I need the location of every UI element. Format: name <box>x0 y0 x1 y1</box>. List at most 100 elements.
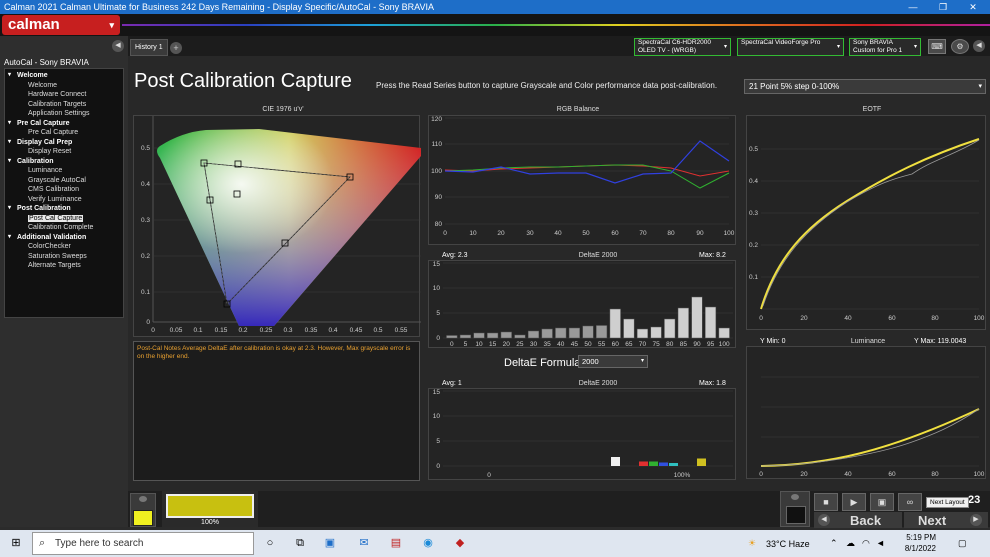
gray-deltae-bar <box>691 296 703 339</box>
nav-group-additional-validation[interactable]: Additional Validation <box>5 233 123 243</box>
taskbar-search-input[interactable]: ⌕ Type here to search <box>32 532 254 555</box>
weather-text[interactable]: 33°C Haze <box>766 539 810 549</box>
svg-text:80: 80 <box>931 471 939 478</box>
generator-device-select[interactable]: SpectraCal VideoForge Pro ▾ <box>737 38 844 56</box>
gray-deltae-bar <box>636 328 649 339</box>
meter-device-select[interactable]: SpectraCal C6-HDR2000 OLED TV - (WRGB) ▾ <box>634 38 731 56</box>
link-icon[interactable]: ∞ <box>898 493 922 511</box>
teams-icon[interactable]: ▣ <box>322 536 338 551</box>
meter-device-name: SpectraCal C6-HDR2000 <box>638 39 711 46</box>
rgb-balance-chart[interactable]: 120 110 100 90 80 0 10 20 30 40 50 60 70 80 90 … <box>428 115 736 245</box>
nav-item-colorchecker[interactable]: ColorChecker <box>5 242 123 252</box>
svg-text:50: 50 <box>582 230 590 237</box>
cortana-icon[interactable]: ○ <box>262 536 278 551</box>
close-button[interactable]: ✕ <box>958 0 988 14</box>
color-gridlines <box>443 390 733 467</box>
play-icon[interactable]: ▶ <box>842 493 866 511</box>
windows-start-icon[interactable]: ⊞ <box>8 536 24 551</box>
nav-item-application-settings[interactable]: Application Settings <box>5 109 123 119</box>
gray-x-tick: 20 <box>503 341 511 348</box>
onedrive-icon[interactable]: ☁ <box>846 538 855 549</box>
minimize-button[interactable]: — <box>898 0 928 14</box>
collapse-sidebar-button[interactable]: ◀ <box>112 40 124 52</box>
pattern-black-swatch[interactable] <box>786 506 806 524</box>
page-title: Post Calibration Capture <box>134 70 352 92</box>
svg-text:10: 10 <box>469 230 477 237</box>
add-tab-button[interactable]: + <box>170 42 182 54</box>
taskbar-clock[interactable]: 5:19 PM 8/1/2022 <box>896 532 936 554</box>
nav-group-calibration[interactable]: Calibration <box>5 157 123 167</box>
luminance-chart[interactable]: 0 20 40 60 80 100 <box>746 346 986 479</box>
nav-item-cms-calibration[interactable]: CMS Calibration <box>5 185 123 195</box>
nav-item-welcome[interactable]: Welcome <box>5 81 123 91</box>
maximize-button[interactable]: ❐ <box>928 0 958 14</box>
post-cal-notes[interactable]: Post-Cal Notes Average DeltaE after cali… <box>133 341 420 481</box>
nav-item-alternate-targets[interactable]: Alternate Targets <box>5 261 123 271</box>
nav-group-display-cal-prep[interactable]: Display Cal Prep <box>5 138 123 148</box>
svg-text:100: 100 <box>974 471 985 478</box>
svg-text:0.3: 0.3 <box>749 210 758 217</box>
nav-item-grayscale-autocal[interactable]: Grayscale AutoCal <box>5 176 123 186</box>
color-deltae-chart[interactable]: 15 10 5 0 0 100% <box>428 388 736 480</box>
nav-item-calibration-targets[interactable]: Calibration Targets <box>5 100 123 110</box>
calman-taskbar-icon[interactable]: ◆ <box>452 536 468 551</box>
tab-history-1[interactable]: History 1 <box>130 39 168 56</box>
chevron-down-icon: ▾ <box>978 83 982 90</box>
chevron-down-icon: ▾ <box>109 20 114 30</box>
nav-item-pre-cal-capture[interactable]: Pre Cal Capture <box>5 128 123 138</box>
stop-icon[interactable]: ■ <box>814 493 838 511</box>
nav-item-saturation-sweeps[interactable]: Saturation Sweeps <box>5 252 123 262</box>
tray-chevron-icon[interactable]: ⌃ <box>830 538 838 549</box>
deltae-formula-select[interactable]: 2000 ▾ <box>578 355 648 368</box>
gray-deltae-bar <box>705 306 717 339</box>
gray-deltae-bar <box>487 332 499 339</box>
gray-x-tick: 0 <box>450 341 454 348</box>
volume-icon[interactable]: ◄ <box>876 538 885 548</box>
series-select[interactable]: 21 Point 5% step 0-100% ▾ <box>744 79 986 94</box>
svg-text:0.55: 0.55 <box>395 327 408 334</box>
edge-icon[interactable]: ◉ <box>420 536 436 551</box>
expand-panel-button[interactable]: ◀ <box>973 40 985 52</box>
gray-x-tick: 25 <box>516 341 524 348</box>
svg-text:0: 0 <box>443 230 447 237</box>
nav-group-pre-cal-capture[interactable]: Pre Cal Capture <box>5 119 123 129</box>
cie-chart[interactable]: 0 0.05 0.1 0.15 0.2 0.25 0.3 0.35 0.4 0.45 0.… <box>133 115 421 337</box>
save-icon[interactable]: ▣ <box>870 493 894 511</box>
eotf-title: EOTF <box>862 106 882 113</box>
pattern-panel <box>780 491 810 527</box>
rgb-y-ticks: 120 110 100 90 80 <box>431 116 442 228</box>
gray-deltae-bar <box>623 318 635 339</box>
svg-text:0.2: 0.2 <box>749 242 758 249</box>
notifications-icon[interactable]: ▢ <box>958 538 967 549</box>
eotf-chart[interactable]: 0.5 0.4 0.3 0.2 0.1 0 20 40 60 80 100 <box>746 115 986 330</box>
svg-text:40: 40 <box>554 230 562 237</box>
svg-text:0.2: 0.2 <box>141 253 150 260</box>
svg-text:0.5: 0.5 <box>749 146 758 153</box>
settings-gear-icon[interactable]: ⚙ <box>951 39 969 54</box>
chevron-down-icon: ▾ <box>913 44 917 50</box>
main-workspace: History 1 + SpectraCal C6-HDR2000 OLED T… <box>128 36 990 491</box>
wifi-icon[interactable]: ◠ <box>862 538 870 549</box>
office-icon[interactable]: ▤ <box>388 536 404 551</box>
nav-item-hardware-connect[interactable]: Hardware Connect <box>5 90 123 100</box>
gray-deltae-chart[interactable]: 15 10 50 0 5 10 15 20 25 30 35 40 45 50 55 60 65 70 75 80… <box>428 260 736 348</box>
generator-device-name: SpectraCal VideoForge Pro <box>741 39 821 46</box>
camera-icon <box>139 496 147 502</box>
display-device-select[interactable]: Sony BRAVIA Custom for Pro 1 ▾ <box>849 38 921 56</box>
nav-item-display-reset[interactable]: Display Reset <box>5 147 123 157</box>
keyboard-icon[interactable]: ⌨ <box>928 39 946 54</box>
layout-counter: 23 <box>968 494 981 506</box>
svg-text:0.45: 0.45 <box>350 327 363 334</box>
nav-group-welcome[interactable]: Welcome <box>5 71 123 81</box>
svg-text:0: 0 <box>487 472 491 479</box>
calman-logo-menu[interactable]: calman ▾ <box>2 15 120 35</box>
nav-group-post-calibration[interactable]: Post Calibration <box>5 204 123 214</box>
task-view-icon[interactable]: ⧉ <box>292 536 308 551</box>
nav-item-post-cal-capture[interactable]: Post Cal Capture <box>5 214 123 224</box>
svg-text:60: 60 <box>888 471 896 478</box>
nav-item-verify-luminance[interactable]: Verify Luminance <box>5 195 123 205</box>
nav-item-calibration-complete[interactable]: Calibration Complete <box>5 223 123 233</box>
gray-deltae-bar <box>718 327 730 339</box>
mail-icon[interactable]: ✉ <box>356 536 372 551</box>
nav-item-luminance[interactable]: Luminance <box>5 166 123 176</box>
